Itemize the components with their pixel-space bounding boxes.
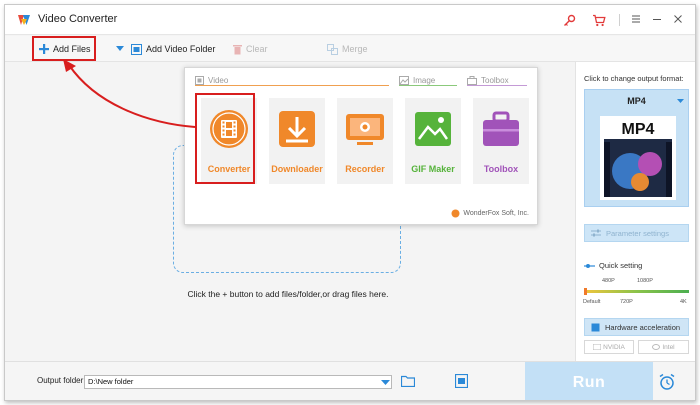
- image-section-icon: [399, 75, 409, 85]
- checkbox-icon: [591, 323, 600, 331]
- cart-icon[interactable]: [591, 12, 607, 28]
- recorder-label: Recorder: [345, 164, 385, 174]
- parameter-settings-button[interactable]: Parameter settings: [584, 224, 689, 242]
- popup-footer: WonderFox Soft, Inc.: [451, 209, 529, 218]
- format-name: MP4: [627, 96, 646, 106]
- merge-label: Merge: [342, 44, 368, 54]
- download-icon: [279, 111, 315, 147]
- toolbox-divider: [467, 85, 527, 86]
- folder-icon: [131, 43, 142, 55]
- open-folder-icon[interactable]: [401, 375, 415, 387]
- quality-slider-handle[interactable]: [584, 288, 587, 295]
- output-preview-icon[interactable]: [455, 374, 468, 388]
- app-window: Video Converter Add Files Add Video Fold…: [4, 4, 696, 401]
- quality-4k: 4K: [680, 299, 687, 305]
- title-bar: Video Converter: [5, 5, 695, 35]
- nvidia-logo-icon: [593, 344, 602, 350]
- app-logo-icon: [18, 15, 30, 25]
- drop-hint-text: Click the + button to add files/folder,o…: [187, 289, 389, 299]
- trash-icon: [233, 44, 242, 54]
- title-separator: [619, 14, 620, 26]
- recorder-tile[interactable]: Recorder: [337, 98, 393, 184]
- screen-record-icon: [346, 114, 384, 145]
- clear-button[interactable]: Clear: [233, 40, 268, 58]
- format-prompt: Click to change output format:: [584, 74, 684, 83]
- settings-menu-icon[interactable]: [627, 11, 645, 29]
- brand-text: WonderFox Soft, Inc.: [463, 210, 529, 217]
- merge-button[interactable]: Merge: [327, 40, 368, 58]
- mp4-thumbnail-text: MP4: [621, 121, 655, 138]
- chevron-down-icon[interactable]: [380, 376, 391, 388]
- app-title: Video Converter: [38, 13, 118, 25]
- close-icon[interactable]: [669, 11, 687, 29]
- nvidia-chip[interactable]: NVIDIA: [584, 340, 634, 354]
- quality-480p: 480P: [602, 278, 615, 284]
- toolbar: Add Files Add Video Folder Clear Merge: [5, 36, 695, 62]
- toolbox-label: Toolbox: [483, 164, 519, 174]
- output-format-panel: Click to change output format: MP4 MP4 P…: [575, 62, 695, 361]
- section-toolbox-label: Toolbox: [481, 75, 509, 85]
- nvidia-label: NVIDIA: [603, 343, 625, 351]
- alarm-clock-icon[interactable]: [658, 373, 676, 391]
- parameter-settings-label: Parameter settings: [606, 228, 669, 238]
- bottom-bar: Output folder: D:\New folder Run: [5, 361, 695, 400]
- chevron-down-icon: [116, 46, 124, 51]
- hardware-acceleration-toggle[interactable]: Hardware acceleration: [584, 318, 689, 336]
- converter-highlight-box: [195, 93, 255, 184]
- downloader-label: Downloader: [271, 164, 323, 174]
- format-selector[interactable]: MP4 MP4: [584, 89, 689, 207]
- toolbox-tile[interactable]: Toolbox: [473, 98, 529, 184]
- clear-label: Clear: [246, 44, 268, 54]
- image-icon: [415, 112, 451, 146]
- merge-icon: [327, 43, 338, 55]
- add-video-folder-button[interactable]: Add Video Folder: [131, 40, 215, 58]
- output-folder-field[interactable]: D:\New folder: [84, 375, 392, 389]
- wonderfox-logo-icon: [451, 209, 460, 218]
- section-video-label: Video: [208, 75, 229, 85]
- output-folder-label: Output folder:: [37, 376, 86, 385]
- gif-maker-label: GIF Maker: [411, 164, 455, 174]
- hardware-acceleration-label: Hardware acceleration: [605, 322, 681, 332]
- quality-720p: 720P: [620, 299, 633, 305]
- quality-1080p: 1080P: [637, 278, 653, 284]
- intel-label: Intel: [662, 343, 675, 351]
- slider-icon: [584, 263, 595, 268]
- video-section-icon: [195, 75, 204, 85]
- image-divider: [399, 85, 457, 86]
- add-video-folder-label: Add Video Folder: [146, 44, 216, 54]
- minimize-icon[interactable]: [648, 11, 666, 29]
- section-image-label: Image: [413, 75, 436, 85]
- quick-setting: Quick setting: [584, 261, 642, 270]
- quality-default: Default: [583, 299, 601, 305]
- intel-logo-icon: [652, 344, 661, 350]
- toolbox-icon: [483, 111, 519, 146]
- chevron-down-icon: [677, 99, 684, 103]
- gif-maker-tile[interactable]: GIF Maker: [405, 98, 461, 184]
- add-files-dropdown[interactable]: [116, 40, 124, 58]
- toolbox-section-icon: [467, 75, 477, 85]
- quick-setting-label: Quick setting: [599, 261, 643, 270]
- quality-slider[interactable]: [584, 290, 689, 293]
- key-icon[interactable]: [561, 12, 577, 28]
- video-divider: [195, 85, 389, 86]
- sliders-icon: [591, 229, 601, 237]
- add-files-highlight-box: [32, 36, 96, 61]
- intel-chip[interactable]: Intel: [638, 340, 689, 354]
- run-button[interactable]: Run: [525, 362, 653, 400]
- downloader-tile[interactable]: Downloader: [269, 98, 325, 184]
